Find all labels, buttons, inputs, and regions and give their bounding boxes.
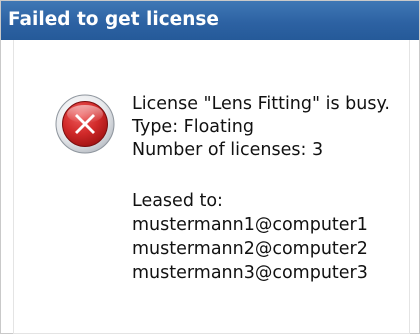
- leased-to-heading: Leased to:: [132, 191, 223, 211]
- license-count-line: Number of licenses: 3: [132, 140, 324, 160]
- dialog-content: [13, 40, 410, 334]
- license-type-line: Type: Floating: [132, 117, 254, 137]
- lease-item-1: mustermann1@computer1: [132, 215, 368, 235]
- lease-item-3: mustermann3@computer3: [132, 263, 368, 283]
- license-error-dialog: Failed to get license License "Lens Fitt…: [0, 0, 420, 334]
- title-bar[interactable]: Failed to get license: [1, 1, 419, 40]
- error-icon: [55, 94, 115, 154]
- lease-item-2: mustermann2@computer2: [132, 239, 368, 259]
- window-title: Failed to get license: [8, 9, 219, 30]
- error-message-line-1: License "Lens Fitting" is busy.: [132, 94, 390, 114]
